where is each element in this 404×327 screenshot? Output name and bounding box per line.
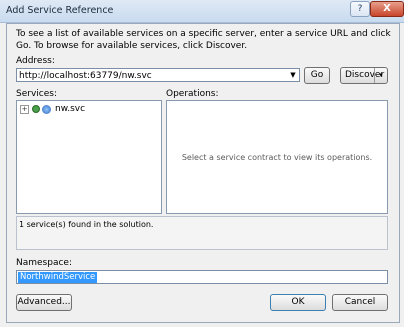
namespace-input[interactable]: NorthwindService <box>16 270 388 284</box>
status-area: 1 service(s) found in the solution. <box>16 216 388 250</box>
advanced-button[interactable]: Advanced... <box>16 294 72 311</box>
discover-button[interactable]: Discover ▾ <box>340 67 388 84</box>
status-text: 1 service(s) found in the solution. <box>19 220 154 229</box>
namespace-label: Namespace: <box>16 258 72 268</box>
operations-label: Operations: <box>166 89 219 99</box>
services-tree[interactable]: + nw.svc <box>16 100 162 214</box>
address-label: Address: <box>16 56 55 66</box>
web-service-icon <box>42 104 51 114</box>
ok-button[interactable]: OK <box>270 294 326 311</box>
cancel-button[interactable]: Cancel <box>332 294 388 311</box>
services-label: Services: <box>16 89 57 99</box>
window-title: Add Service Reference <box>6 5 114 16</box>
discover-dropdown-icon[interactable]: ▾ <box>374 68 387 83</box>
tree-item-label: nw.svc <box>55 104 86 114</box>
operations-hint: Select a service contract to view its op… <box>181 153 373 162</box>
instructions-text: To see a list of available services on a… <box>16 29 391 51</box>
tree-item-nw-svc[interactable]: + nw.svc <box>20 103 85 115</box>
help-button[interactable]: ? <box>350 1 370 17</box>
go-button[interactable]: Go <box>304 67 330 84</box>
address-input[interactable]: http://localhost:63779/nw.svc <box>16 68 300 82</box>
address-dropdown-icon[interactable]: ▼ <box>288 69 298 81</box>
expand-icon[interactable]: + <box>20 104 29 114</box>
operations-list[interactable]: Select a service contract to view its op… <box>166 100 388 214</box>
namespace-value: NorthwindService <box>18 272 98 283</box>
close-button[interactable]: X <box>370 1 404 17</box>
title-bar: Add Service Reference ? X <box>0 0 404 23</box>
service-endpoint-icon <box>32 105 40 113</box>
